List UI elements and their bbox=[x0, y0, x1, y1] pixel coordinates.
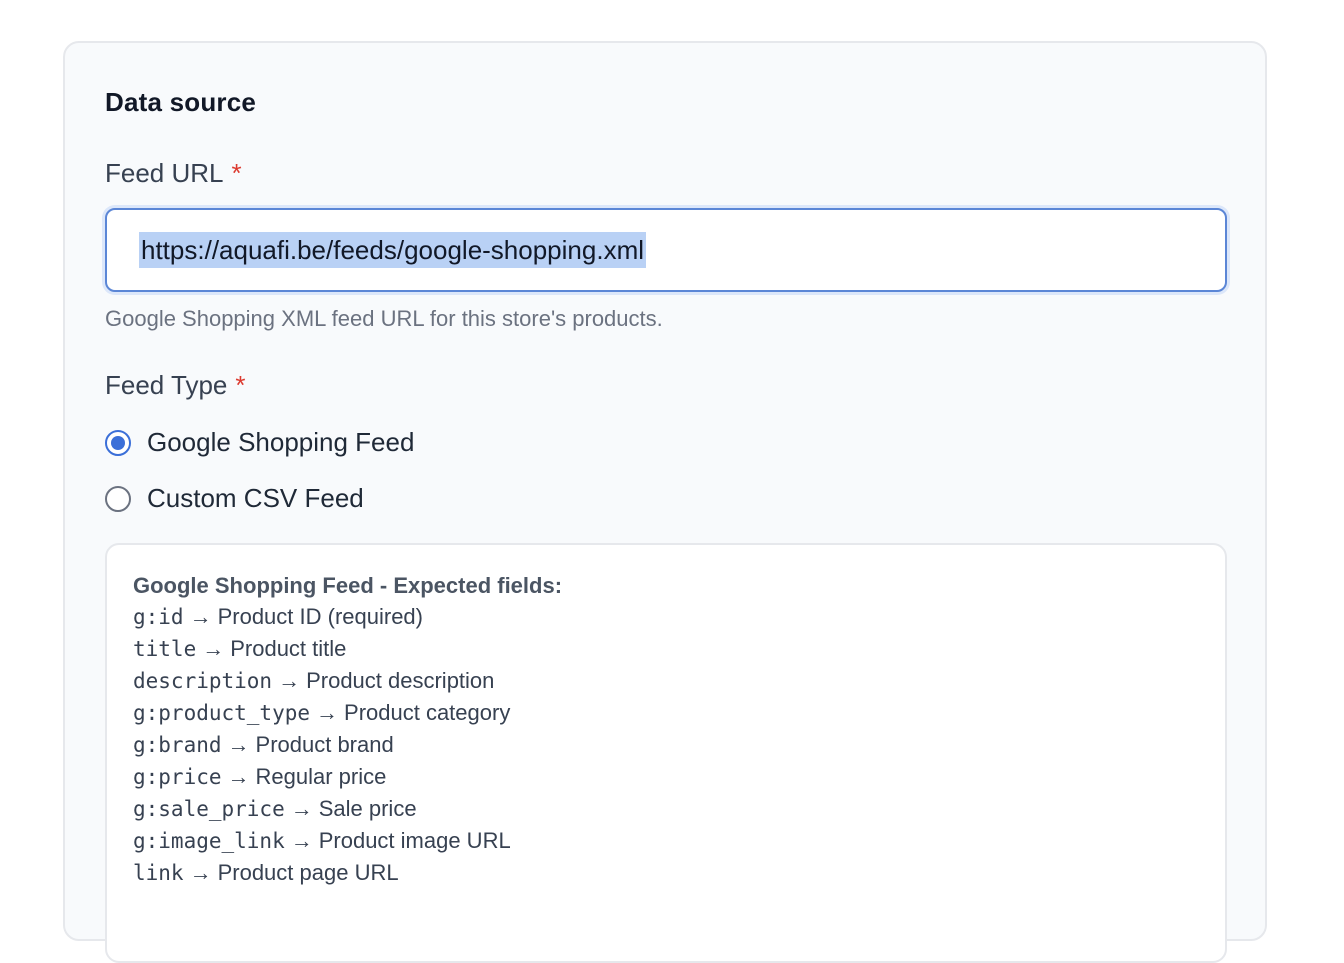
arrow-right-icon: → bbox=[227, 764, 250, 789]
feed-url-label-text: Feed URL bbox=[105, 158, 224, 188]
section-title: Data source bbox=[105, 87, 257, 117]
required-asterisk: * bbox=[231, 158, 242, 188]
feed-type-label: Feed Type * bbox=[105, 370, 246, 401]
field-code: description bbox=[133, 669, 273, 693]
field-code: g:brand bbox=[133, 733, 222, 757]
field-row: g:product_type → Product category bbox=[133, 697, 511, 729]
feed-type-label-text: Feed Type bbox=[105, 370, 228, 400]
field-row: title → Product title bbox=[133, 633, 511, 665]
field-description: Product image URL bbox=[318, 828, 511, 853]
feed-url-help-text: Google Shopping XML feed URL for this st… bbox=[105, 306, 663, 331]
arrow-right-icon: → bbox=[202, 636, 225, 661]
field-code: g:sale_price bbox=[133, 797, 285, 821]
field-code: g:product_type bbox=[133, 701, 311, 725]
field-code: g:id bbox=[133, 605, 184, 629]
field-description: Product ID (required) bbox=[217, 604, 423, 629]
field-row: g:id → Product ID (required) bbox=[133, 601, 511, 633]
field-description: Regular price bbox=[255, 764, 387, 789]
radio-google-shopping-feed[interactable]: Google Shopping Feed bbox=[105, 427, 414, 458]
field-row: g:price → Regular price bbox=[133, 761, 511, 793]
radio-custom-csv-feed[interactable]: Custom CSV Feed bbox=[105, 483, 364, 514]
field-description: Product title bbox=[230, 636, 347, 661]
expected-fields-list: g:id → Product ID (required) title → Product… bbox=[133, 601, 511, 889]
field-row: g:image_link → Product image URL bbox=[133, 825, 511, 857]
radio-unchecked-icon[interactable] bbox=[105, 485, 131, 512]
arrow-right-icon: → bbox=[290, 796, 313, 821]
field-description: Product page URL bbox=[217, 860, 399, 885]
arrow-right-icon: → bbox=[290, 828, 313, 853]
field-description: Sale price bbox=[318, 796, 417, 821]
field-code: title bbox=[133, 637, 197, 661]
field-code: link bbox=[133, 861, 184, 885]
arrow-right-icon: → bbox=[227, 732, 250, 757]
field-description: Product description bbox=[306, 668, 495, 693]
feed-url-label: Feed URL * bbox=[105, 158, 242, 189]
field-row: g:sale_price → Sale price bbox=[133, 793, 511, 825]
field-code: g:image_link bbox=[133, 829, 285, 853]
field-row: link → Product page URL bbox=[133, 857, 511, 889]
field-row: g:brand → Product brand bbox=[133, 729, 511, 761]
expected-fields-title: Google Shopping Feed - Expected fields: bbox=[133, 573, 563, 598]
expected-fields-box: Google Shopping Feed - Expected fields: … bbox=[105, 543, 1227, 963]
radio-label[interactable]: Google Shopping Feed bbox=[147, 427, 414, 458]
field-description: Product category bbox=[344, 700, 511, 725]
radio-checked-icon[interactable] bbox=[105, 429, 131, 456]
field-code: g:price bbox=[133, 765, 222, 789]
arrow-right-icon: → bbox=[189, 860, 212, 885]
radio-label[interactable]: Custom CSV Feed bbox=[147, 483, 364, 514]
arrow-right-icon: → bbox=[278, 668, 301, 693]
field-row: description → Product description bbox=[133, 665, 511, 697]
arrow-right-icon: → bbox=[189, 604, 212, 629]
arrow-right-icon: → bbox=[316, 700, 339, 725]
data-source-card: Data source Feed URL * https://aquafi.be/… bbox=[63, 41, 1267, 963]
field-description: Product brand bbox=[255, 732, 394, 757]
feed-url-value[interactable]: https://aquafi.be/feeds/google-shopping.… bbox=[139, 232, 647, 268]
feed-url-input[interactable]: https://aquafi.be/feeds/google-shopping.… bbox=[105, 208, 1227, 292]
required-asterisk: * bbox=[235, 370, 246, 400]
